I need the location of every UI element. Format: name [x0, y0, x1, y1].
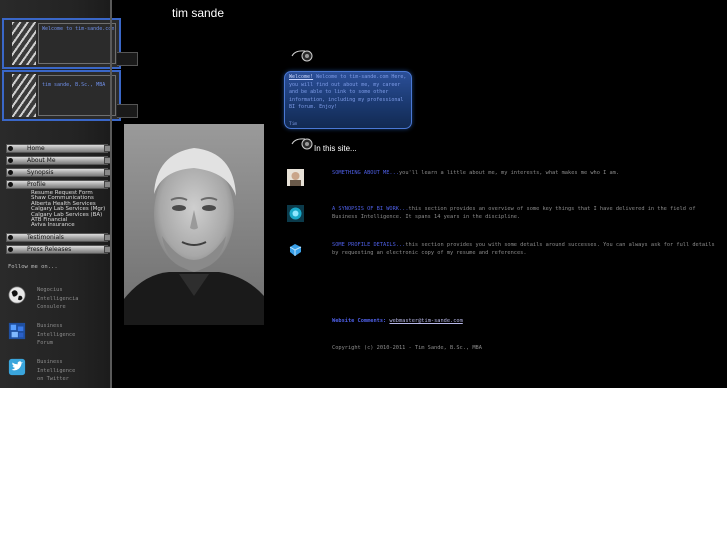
nav-about-button[interactable]: About Me	[6, 156, 108, 165]
follow-line: Intelligencia	[37, 295, 79, 302]
bullet-icon	[8, 182, 13, 187]
follow-line: Consulere	[37, 304, 66, 310]
submenu-item-aviva[interactable]: Aviva Insurance	[31, 222, 105, 228]
follow-line: Business	[37, 359, 63, 365]
follow-text: Business Intelligence on Twitter	[37, 358, 75, 384]
copyright-text: Copyright (c) 2010-2011 - Tim Sande, B.S…	[332, 345, 482, 351]
webmaster-email-link[interactable]: webmaster@tim-sande.com	[389, 318, 462, 324]
nav-label: Press Releases	[27, 246, 72, 253]
twitter-icon	[8, 358, 26, 376]
follow-line: Negocius	[37, 287, 63, 293]
welcome-lead: Welcome!	[289, 74, 314, 80]
nav-label: About Me	[27, 157, 56, 164]
welcome-text: Welcome! Welcome to tim-sande.com Here, …	[289, 74, 407, 112]
follow-line: on Twitter	[37, 376, 69, 382]
profile-submenu: Resume Request Form Shaw Communications …	[31, 190, 105, 229]
follow-line: Intelligence	[37, 331, 76, 338]
section-link-synopsis[interactable]: A SYNOPSIS OF BI WORK...	[332, 206, 409, 212]
banner-stripes	[12, 74, 36, 117]
nav-label: Testimonials	[27, 234, 64, 241]
bi-work-icon	[287, 205, 304, 222]
welcome-box: Welcome! Welcome to tim-sande.com Here, …	[284, 71, 412, 129]
banner-stripes	[12, 22, 36, 65]
nav-label: Synopsis	[27, 169, 54, 176]
portrait-image	[124, 124, 264, 325]
follow-item-bi-forum[interactable]: Business Intelligence Forum	[8, 322, 108, 352]
bullet-icon	[8, 146, 13, 151]
nav-label: Home	[27, 145, 45, 152]
section-text: A SYNOPSIS OF BI WORK...this section pro…	[332, 205, 717, 221]
nav-label: Profile	[27, 181, 46, 188]
bullet-icon	[8, 158, 13, 163]
bi-forum-icon	[8, 322, 26, 340]
banner-text: Welcome to tim-sande.com	[42, 26, 115, 32]
website-comments: Website Comments: webmaster@tim-sande.co…	[332, 318, 463, 324]
sidebar: Welcome to tim-sande.com tim sande, B.Sc…	[0, 0, 138, 388]
nav-profile-button[interactable]: Profile	[6, 180, 108, 189]
banner-tab	[117, 52, 138, 66]
section-text: SOME PROFILE DETAILS...this section prov…	[332, 241, 717, 257]
bullet-icon	[8, 235, 13, 240]
follow-line: Intelligence	[37, 367, 76, 374]
follow-text: Business Intelligence Forum	[37, 322, 75, 348]
section-desc: you'll learn a little about me, my inter…	[398, 170, 620, 176]
portrait-thumb-icon	[287, 169, 304, 186]
in-this-site-heading: In this site...	[314, 144, 357, 153]
follow-text: Negocius Intelligencia Consulere	[37, 286, 78, 312]
bullet-icon	[8, 170, 13, 175]
name-banner[interactable]: tim sande, B.Sc., MBA	[2, 70, 121, 121]
follow-item-twitter[interactable]: Business Intelligence on Twitter	[8, 358, 108, 388]
site-title: tim sande	[172, 6, 225, 20]
sidebar-divider	[110, 0, 112, 388]
profile-details-icon	[287, 241, 304, 258]
page-canvas: Welcome to tim-sande.com tim sande, B.Sc…	[0, 0, 727, 388]
speaker-icon	[291, 50, 313, 62]
follow-line: Business	[37, 323, 63, 329]
follow-line: Forum	[37, 340, 53, 346]
globe-icon	[8, 286, 26, 304]
speaker-icon	[291, 138, 313, 150]
welcome-signature: Tim	[289, 122, 298, 127]
follow-label: Follow me on...	[8, 264, 58, 270]
nav-testimonials-button[interactable]: Testimonials	[6, 233, 108, 242]
banner-tab	[117, 104, 138, 118]
nav-synopsis-button[interactable]: Synopsis	[6, 168, 108, 177]
nav-press-button[interactable]: Press Releases	[6, 245, 108, 254]
nav-home-button[interactable]: Home	[6, 144, 108, 153]
bullet-icon	[8, 247, 13, 252]
follow-item-consulere[interactable]: Negocius Intelligencia Consulere	[8, 286, 108, 316]
banner-text: tim sande, B.Sc., MBA	[42, 82, 106, 88]
section-text: SOMETHING ABOUT ME...you'll learn a litt…	[332, 169, 717, 177]
website-comments-label: Website Comments:	[332, 318, 387, 324]
welcome-banner[interactable]: Welcome to tim-sande.com	[2, 18, 121, 69]
profile-photo	[124, 124, 264, 325]
section-link-about[interactable]: SOMETHING ABOUT ME...	[332, 170, 399, 176]
section-link-profile[interactable]: SOME PROFILE DETAILS...	[332, 242, 405, 248]
